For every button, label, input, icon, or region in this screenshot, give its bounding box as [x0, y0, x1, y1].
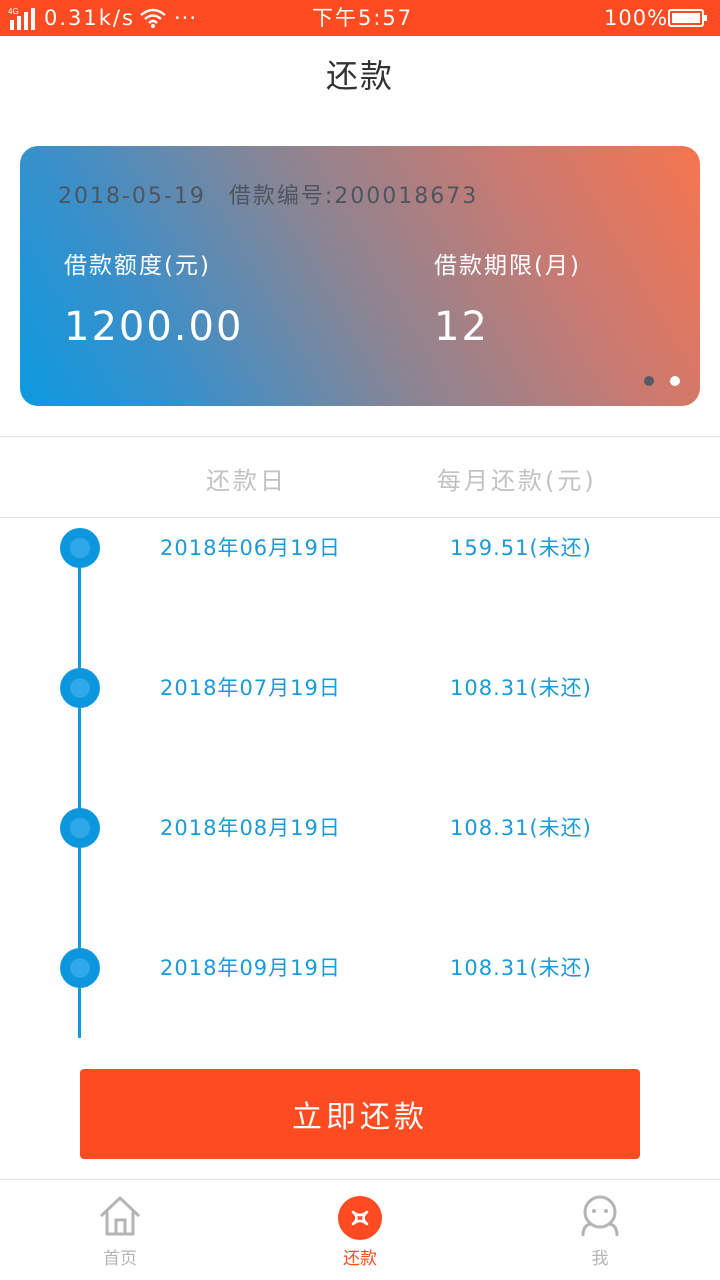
nav-item-home[interactable]: 首页: [60, 1180, 180, 1280]
schedule-row: 2018年06月19日 159.51(未还): [0, 528, 720, 568]
schedule-date: 2018年07月19日: [160, 676, 341, 700]
schedule-row: 2018年08月19日 108.31(未还): [0, 808, 720, 848]
pager-dot-2[interactable]: [670, 376, 680, 386]
schedule-date: 2018年09月19日: [160, 956, 341, 980]
schedule-amount: 108.31(未还): [450, 676, 592, 700]
wifi-icon: [140, 8, 166, 28]
bottom-nav: 首页 还款 我: [0, 1179, 720, 1280]
schedule-amount: 108.31(未还): [450, 956, 592, 980]
nav-label-home: 首页: [103, 1249, 137, 1269]
home-icon: [99, 1196, 141, 1236]
signal-icon: 4G: [8, 7, 35, 30]
schedule-row: 2018年09月19日 108.31(未还): [0, 948, 720, 988]
loan-amount-label: 借款额度(元): [64, 253, 211, 279]
pager-dot-1[interactable]: [644, 376, 654, 386]
status-bar: 4G 0.31k/s ··· 下午5:57 100%: [0, 0, 720, 36]
repayment-screen: 4G 0.31k/s ··· 下午5:57 100% 还款 2018-05-19…: [0, 0, 720, 1280]
nav-label-me: 我: [591, 1249, 609, 1269]
schedule-row: 2018年07月19日 108.31(未还): [0, 668, 720, 708]
loan-card[interactable]: 2018-05-19 借款编号:200018673 借款额度(元) 借款期限(月…: [20, 146, 700, 406]
network-type: 4G: [8, 7, 19, 16]
column-repay-date: 还款日: [206, 467, 287, 495]
loan-date: 2018-05-19: [58, 184, 206, 209]
timeline-node: [60, 948, 100, 988]
nav-item-me[interactable]: 我: [540, 1180, 660, 1280]
timeline-node: [60, 528, 100, 568]
battery-icon: [668, 9, 707, 27]
page-title: 还款: [325, 57, 394, 95]
nav-item-repay[interactable]: 还款: [300, 1180, 420, 1280]
card-pager: [644, 376, 684, 388]
loan-no: 200018673: [334, 184, 479, 209]
loan-meta: 2018-05-19 借款编号:200018673: [58, 178, 478, 210]
loan-term-value: 12: [434, 304, 489, 350]
battery-percent: 100%: [604, 6, 669, 30]
nav-label-repay: 还款: [343, 1249, 377, 1269]
schedule-amount: 159.51(未还): [450, 536, 592, 560]
timeline-node: [60, 808, 100, 848]
network-speed: 0.31k/s: [44, 6, 135, 30]
column-monthly-amount: 每月还款(元): [437, 467, 597, 495]
loan-term-label: 借款期限(月): [434, 253, 581, 279]
schedule-date: 2018年08月19日: [160, 816, 341, 840]
schedule-date: 2018年06月19日: [160, 536, 341, 560]
more-notifications-icon: ···: [174, 6, 198, 30]
loan-no-label: 借款编号:: [228, 184, 335, 209]
clock: 下午5:57: [312, 6, 414, 30]
profile-icon: [581, 1195, 619, 1237]
loan-amount-value: 1200.00: [64, 304, 244, 350]
repay-now-button[interactable]: 立即还款: [80, 1069, 640, 1159]
schedule-header: 还款日 每月还款(元): [0, 436, 720, 518]
repay-icon: [338, 1196, 382, 1240]
timeline-node: [60, 668, 100, 708]
schedule-amount: 108.31(未还): [450, 816, 592, 840]
